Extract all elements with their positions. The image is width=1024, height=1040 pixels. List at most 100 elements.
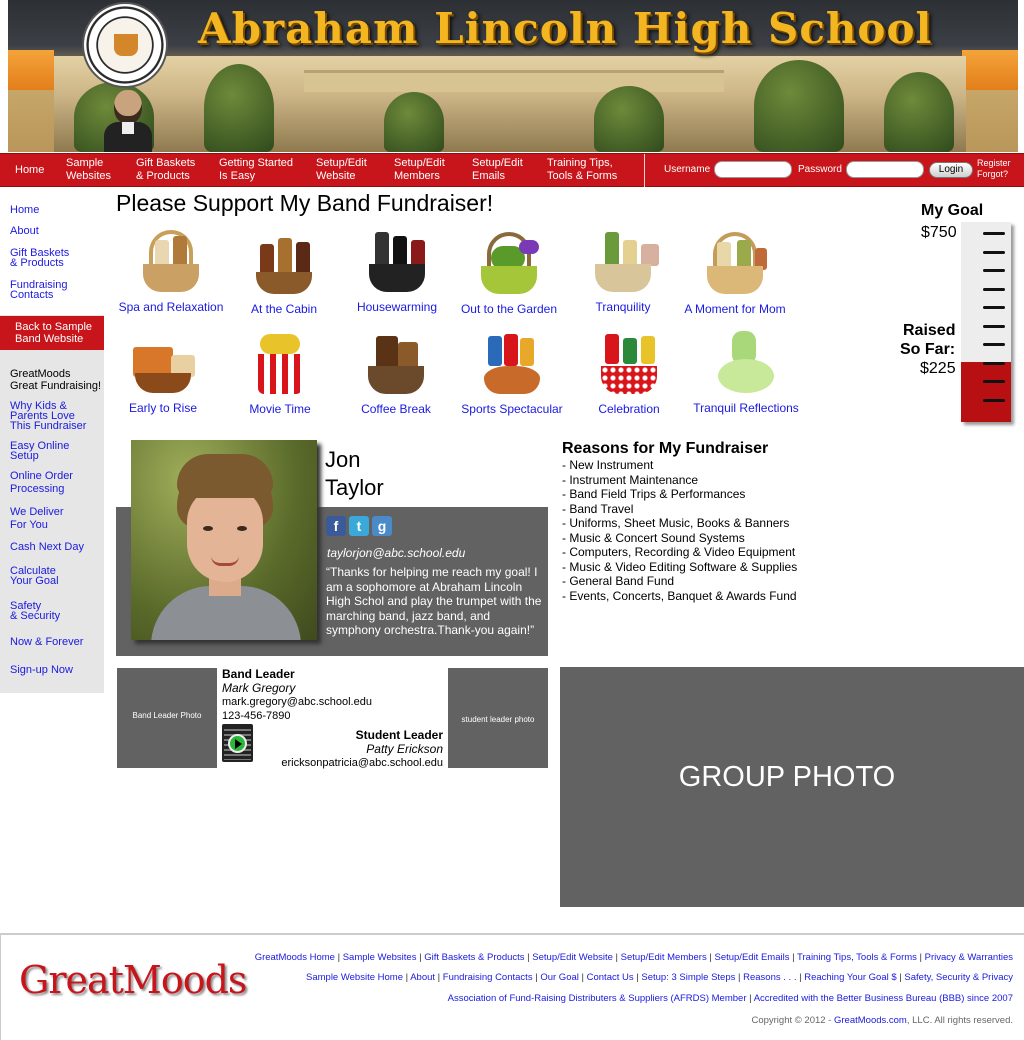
band-leader-email[interactable]: mark.gregory@abc.school.edu bbox=[222, 696, 372, 708]
footer-link[interactable]: Training Tips, Tools & Forms bbox=[797, 952, 917, 963]
product-label: Coffee Break bbox=[361, 402, 431, 416]
product-movie-time[interactable]: Movie Time bbox=[222, 328, 338, 416]
sidebar-link-fundraising-contacts[interactable]: Fundraising Contacts bbox=[10, 280, 67, 301]
top-navigation: Home Sample Websites Gift Baskets & Prod… bbox=[0, 153, 1024, 188]
sidebar-link-easy-setup[interactable]: Easy Online Setup bbox=[10, 441, 69, 462]
product-housewarming[interactable]: Housewarming bbox=[339, 226, 455, 314]
footer-link[interactable]: About bbox=[410, 972, 435, 983]
product-spa-relaxation[interactable]: Spa and Relaxation bbox=[113, 226, 229, 314]
footer-links-row-2: Sample Website Home | About | Fundraisin… bbox=[306, 972, 1013, 983]
footer-link[interactable]: Setup: 3 Simple Steps bbox=[641, 972, 735, 983]
raised-amount: $225 bbox=[920, 360, 956, 377]
product-moment-for-mom[interactable]: A Moment for Mom bbox=[677, 228, 793, 316]
reasons-list: - New Instrument - Instrument Maintenanc… bbox=[562, 458, 797, 603]
raised-label: Raised bbox=[903, 322, 956, 339]
facebook-icon[interactable]: f bbox=[326, 516, 346, 536]
banner-stripe-right bbox=[962, 50, 1018, 90]
reason-item: - New Instrument bbox=[562, 458, 654, 472]
login-button[interactable]: Login bbox=[929, 162, 973, 178]
sidebar-link-calculate-goal[interactable]: Calculate Your Goal bbox=[10, 566, 59, 587]
footer-separator: | bbox=[334, 952, 343, 963]
password-input[interactable] bbox=[846, 161, 924, 178]
forgot-link[interactable]: Forgot? bbox=[977, 169, 1011, 180]
band-leader-title: Band Leader bbox=[222, 667, 295, 681]
product-early-to-rise[interactable]: Early to Rise bbox=[105, 327, 221, 415]
footer-links-row-1: GreatMoods Home | Sample Websites | Gift… bbox=[255, 952, 1013, 963]
footer-link[interactable]: Setup/Edit Emails bbox=[714, 952, 789, 963]
copyright-text: Copyright © 2012 - GreatMoods.com, LLC. … bbox=[751, 1015, 1013, 1026]
sidebar-link-safety[interactable]: Safety & Security bbox=[10, 601, 60, 622]
student-leader-email[interactable]: ericksonpatricia@abc.school.edu bbox=[281, 757, 443, 769]
footer-link[interactable]: Association of Fund-Raising Distributers… bbox=[448, 993, 747, 1004]
copyright-link[interactable]: GreatMoods.com bbox=[834, 1015, 907, 1026]
product-tranquility[interactable]: Tranquility bbox=[565, 226, 681, 314]
username-input[interactable] bbox=[714, 161, 792, 178]
goal-thermometer bbox=[961, 222, 1011, 422]
footer-link[interactable]: Gift Baskets & Products bbox=[424, 952, 524, 963]
product-label: Housewarming bbox=[356, 300, 438, 314]
school-seal-logo bbox=[82, 2, 168, 88]
nav-home[interactable]: Home bbox=[15, 164, 44, 177]
sidebar-link-we-deliver[interactable]: We Deliver For You bbox=[10, 506, 64, 532]
student-leader-title: Student Leader bbox=[355, 728, 443, 742]
footer-link[interactable]: Reasons . . . bbox=[743, 972, 796, 983]
nav-gift-baskets[interactable]: Gift Baskets & Products bbox=[136, 157, 195, 183]
back-to-sample-button[interactable]: Back to Sample Band Website bbox=[0, 316, 104, 350]
copyright-suffix: , LLC. All rights reserved. bbox=[906, 1015, 1013, 1026]
footer-link[interactable]: Safety, Security & Privacy bbox=[904, 972, 1013, 983]
register-link[interactable]: Register bbox=[977, 158, 1011, 169]
nav-sample-websites[interactable]: Sample Websites bbox=[66, 157, 111, 183]
footer-link[interactable]: Reaching Your Goal $ bbox=[804, 972, 896, 983]
footer-link[interactable]: Our Goal bbox=[540, 972, 579, 983]
sidebar-link-sign-up[interactable]: Sign-up Now bbox=[10, 665, 73, 676]
product-label: At the Cabin bbox=[250, 302, 318, 316]
sidebar-link-about[interactable]: About bbox=[10, 226, 39, 237]
product-label: Movie Time bbox=[249, 402, 311, 416]
goal-amount: $750 bbox=[921, 224, 957, 241]
sidebar-link-cash-next-day[interactable]: Cash Next Day bbox=[10, 542, 84, 553]
sidebar-link-now-forever[interactable]: Now & Forever bbox=[10, 637, 83, 648]
footer-link[interactable]: Sample Websites bbox=[343, 952, 417, 963]
product-tranquil-reflections[interactable]: Tranquil Reflections bbox=[688, 327, 804, 415]
twitter-icon[interactable]: t bbox=[349, 516, 369, 536]
early-rise-basket-image bbox=[125, 327, 201, 397]
product-label: Spa and Relaxation bbox=[118, 300, 224, 314]
product-label: Early to Rise bbox=[128, 401, 198, 415]
thermometer-tick bbox=[983, 306, 1005, 309]
nav-getting-started[interactable]: Getting Started Is Easy bbox=[219, 157, 293, 183]
sidebar-link-gift-baskets[interactable]: Gift Baskets & Products bbox=[10, 248, 69, 269]
tranquility-basket-image bbox=[585, 226, 661, 296]
thermometer-tick bbox=[983, 398, 1005, 402]
thermometer-tick bbox=[983, 343, 1005, 346]
footer-link[interactable]: Privacy & Warranties bbox=[925, 952, 1013, 963]
student-last-name: Taylor bbox=[325, 475, 384, 500]
footer-link[interactable]: Accredited with the Better Business Bure… bbox=[754, 993, 1013, 1004]
nav-setup-emails[interactable]: Setup/Edit Emails bbox=[472, 157, 523, 183]
sidebar-link-home[interactable]: Home bbox=[10, 205, 39, 216]
cabin-basket-image bbox=[246, 228, 322, 298]
nav-setup-members[interactable]: Setup/Edit Members bbox=[394, 157, 445, 183]
product-coffee-break[interactable]: Coffee Break bbox=[338, 328, 454, 416]
google-icon[interactable]: g bbox=[372, 516, 392, 536]
nav-setup-website[interactable]: Setup/Edit Website bbox=[316, 157, 367, 183]
footer-link[interactable]: Sample Website Home bbox=[306, 972, 403, 983]
sidebar-link-order-processing[interactable]: Online Order Processing bbox=[10, 470, 73, 496]
sidebar-link-why-kids[interactable]: Why Kids & Parents Love This Fundraiser bbox=[10, 401, 86, 432]
video-play-icon[interactable] bbox=[222, 724, 253, 762]
footer-link[interactable]: Setup/Edit Website bbox=[532, 952, 613, 963]
footer-link[interactable]: Fundraising Contacts bbox=[443, 972, 533, 983]
nav-training-tips[interactable]: Training Tips, Tools & Forms bbox=[547, 157, 617, 183]
footer-link[interactable]: GreatMoods Home bbox=[255, 952, 335, 963]
product-at-the-cabin[interactable]: At the Cabin bbox=[226, 228, 342, 316]
product-celebration[interactable]: Celebration bbox=[571, 328, 687, 416]
student-email[interactable]: taylorjon@abc.school.edu bbox=[327, 546, 465, 560]
greatmoods-logo[interactable]: GreatMoods bbox=[19, 958, 247, 1002]
footer-link[interactable]: Setup/Edit Members bbox=[621, 952, 707, 963]
product-out-to-garden[interactable]: Out to the Garden bbox=[451, 228, 567, 316]
band-leader-phone: 123-456-7890 bbox=[222, 710, 291, 722]
product-sports-spectacular[interactable]: Sports Spectacular bbox=[454, 328, 570, 416]
footer-link[interactable]: Contact Us bbox=[587, 972, 634, 983]
reason-item: - Events, Concerts, Banquet & Awards Fun… bbox=[562, 588, 797, 603]
housewarming-basket-image bbox=[359, 226, 435, 296]
username-label: Username bbox=[664, 164, 711, 175]
